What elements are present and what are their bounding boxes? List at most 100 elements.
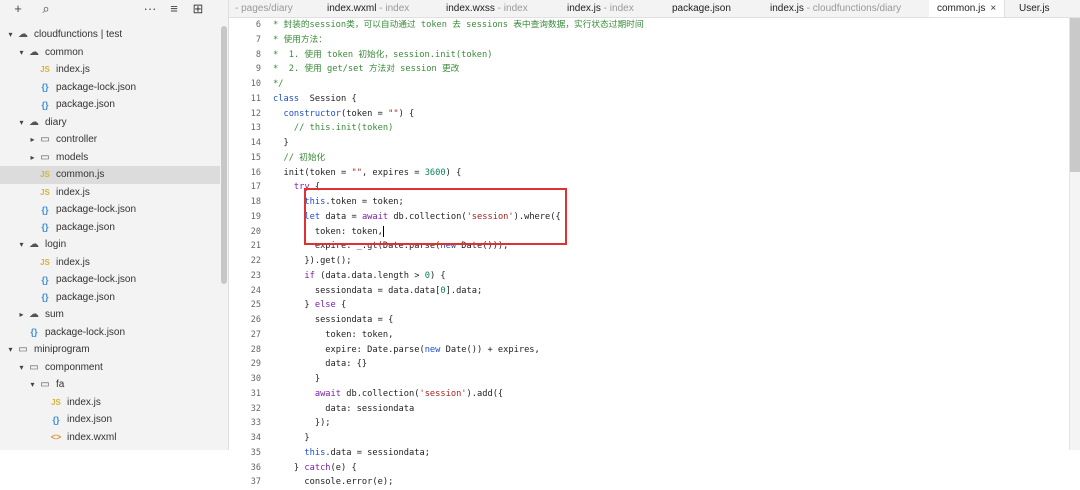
code-line[interactable]: }); — [273, 416, 644, 431]
tree-item-label: package.json — [56, 291, 115, 303]
tree-item[interactable]: {} package-lock.json — [0, 324, 220, 342]
code-token: // this.init(token) — [293, 123, 394, 134]
search-icon[interactable]: ⌕ — [36, 1, 56, 17]
tab-path: - index — [600, 3, 634, 14]
tab-path: - index — [494, 3, 528, 14]
code-token: Session { — [299, 93, 357, 104]
code-line[interactable]: expire: Date.parse(new Date()) + expires… — [273, 343, 644, 358]
tree-item[interactable]: {} package-lock.json — [0, 79, 220, 97]
tree-item[interactable]: JS index.js — [0, 394, 220, 412]
chevron-right-icon[interactable]: ▸ — [28, 153, 37, 162]
chevron-down-icon[interactable]: ▾ — [17, 363, 26, 372]
tree-item[interactable]: ▾ ☁ cloudfunctions | test — [0, 26, 220, 44]
tree-item[interactable]: <> index.wxml — [0, 429, 220, 447]
tree-item[interactable]: JS index.js — [0, 254, 220, 272]
tree-item[interactable]: {} package.json — [0, 219, 220, 237]
editor-tab[interactable]: - pages/diary — [235, 0, 293, 17]
tree-item-label: models — [56, 151, 89, 163]
code-line[interactable]: // 初始化 — [273, 151, 644, 166]
chevron-down-icon[interactable]: ▾ — [28, 380, 37, 389]
chevron-down-icon[interactable]: ▾ — [17, 118, 26, 127]
editor-tab[interactable]: User.js — [1019, 0, 1050, 17]
tree-item[interactable]: ▾ ☁ login — [0, 236, 220, 254]
tree-item[interactable]: {} index.json — [0, 411, 220, 429]
tree-item-label: miniprogram — [34, 344, 90, 356]
line-number: 31 — [250, 388, 261, 399]
tree-item[interactable]: ▸ ▭ models — [0, 149, 220, 167]
code-line[interactable]: constructor(token = "") { — [273, 107, 644, 122]
tree-item[interactable]: {} package-lock.json — [0, 271, 220, 289]
code-line[interactable]: } — [273, 372, 644, 387]
code-line[interactable]: }).get(); — [273, 254, 644, 269]
code-line[interactable]: this.data = sessiondata; — [273, 446, 644, 461]
code-line[interactable]: * 封装的session类，可以自动通过 token 去 sessions 表中… — [273, 18, 644, 33]
tab-path: - index — [376, 3, 410, 14]
code-line[interactable]: } catch(e) { — [273, 461, 644, 476]
code-line[interactable]: * 2. 使用 get/set 方法对 session 更改 — [273, 62, 644, 77]
tree-item-label: common.js — [56, 169, 105, 181]
close-tab-icon[interactable]: × — [990, 3, 996, 14]
code-token: "" — [388, 108, 399, 119]
code-line[interactable]: class Session { — [273, 92, 644, 107]
tree-item[interactable]: ▾ ▭ componment — [0, 359, 220, 377]
editor-tab[interactable]: index.js - cloudfunctions/diary — [770, 0, 901, 17]
code-line[interactable]: await db.collection('session').add({ — [273, 387, 644, 402]
split-view-icon[interactable]: ⊞ — [188, 1, 208, 17]
line-number: 15 — [250, 152, 261, 163]
collapse-all-icon[interactable]: ≡ — [164, 1, 184, 17]
code-line[interactable]: sessiondata = data.data[0].data; — [273, 284, 644, 299]
tree-item[interactable]: ▾ ☁ diary — [0, 114, 220, 132]
code-line[interactable]: // this.init(token) — [273, 121, 644, 136]
code-line[interactable]: console.error(e); — [273, 475, 644, 490]
chevron-down-icon[interactable]: ▾ — [6, 30, 15, 39]
chevron-down-icon[interactable]: ▾ — [6, 345, 15, 354]
chevron-down-icon[interactable]: ▾ — [17, 48, 26, 57]
code-line[interactable]: } else { — [273, 298, 644, 313]
tree-item[interactable]: {} package-lock.json — [0, 201, 220, 219]
tree-item[interactable]: {} package.json — [0, 96, 220, 114]
editor-tab[interactable]: package.json — [672, 0, 731, 17]
chevron-right-icon[interactable]: ▸ — [28, 135, 37, 144]
json-file-icon: {} — [41, 99, 49, 110]
code-line[interactable]: * 1. 使用 token 初始化，session.init(token) — [273, 48, 644, 63]
code-line[interactable]: sessiondata = { — [273, 313, 644, 328]
code-line[interactable]: data: sessiondata — [273, 402, 644, 417]
explorer-scrollbar[interactable] — [221, 26, 227, 284]
editor-scrollbar-thumb[interactable] — [1070, 18, 1080, 172]
tree-item[interactable]: ▸ ▭ controller — [0, 131, 220, 149]
code-line[interactable]: init(token = "", expires = 3600) { — [273, 166, 644, 181]
tree-item[interactable]: ▾ ▭ fa — [0, 376, 220, 394]
chevron-right-icon[interactable]: ▸ — [17, 310, 26, 319]
editor-tab[interactable]: index.js - index — [567, 0, 634, 17]
code-line[interactable]: if (data.data.length > 0) { — [273, 269, 644, 284]
explorer-toolbar: + ⌕ ··· ≡ ⊞ — [0, 0, 228, 17]
code-line[interactable]: * 使用方法： — [273, 33, 644, 48]
code-editor[interactable]: 6 7 8 9 10 11 12 13 14 15 16 17 18 19 20 21 22 23 24 25 26 27… — [229, 18, 1080, 487]
code-line[interactable]: token: token, — [273, 328, 644, 343]
editor-tab[interactable]: common.js × — [929, 0, 1006, 17]
code-line[interactable]: } — [273, 136, 644, 151]
tree-item[interactable]: JS common.js — [0, 166, 220, 184]
tree-item[interactable]: JS index.js — [0, 61, 220, 79]
editor-tab[interactable]: index.wxss - index — [446, 0, 528, 17]
tree-item[interactable]: ▾ ▭ miniprogram — [0, 341, 220, 359]
code-line[interactable]: } — [273, 431, 644, 446]
tree-item[interactable]: ▸ ☁ sum — [0, 306, 220, 324]
tree-item[interactable]: JS index.js — [0, 184, 220, 202]
add-icon[interactable]: + — [8, 1, 28, 17]
code-token: .data = sessiondata; — [325, 447, 430, 458]
code-line[interactable]: data: {} — [273, 357, 644, 372]
tree-item[interactable]: ▾ ☁ common — [0, 44, 220, 62]
more-icon[interactable]: ··· — [140, 1, 160, 17]
editor-tab[interactable]: index.wxml - index — [327, 0, 409, 17]
json-file-icon: {} — [52, 414, 60, 425]
folder-open-icon: ▭ — [40, 379, 50, 391]
chevron-down-icon[interactable]: ▾ — [17, 240, 26, 249]
json-file-icon: {} — [41, 222, 49, 233]
code-line[interactable]: */ — [273, 77, 644, 92]
code-content[interactable]: * 封装的session类，可以自动通过 token 去 sessions 表中… — [273, 18, 644, 490]
line-number: 16 — [250, 167, 261, 178]
tree-item[interactable]: {} package.json — [0, 289, 220, 307]
line-number: 27 — [250, 329, 261, 340]
